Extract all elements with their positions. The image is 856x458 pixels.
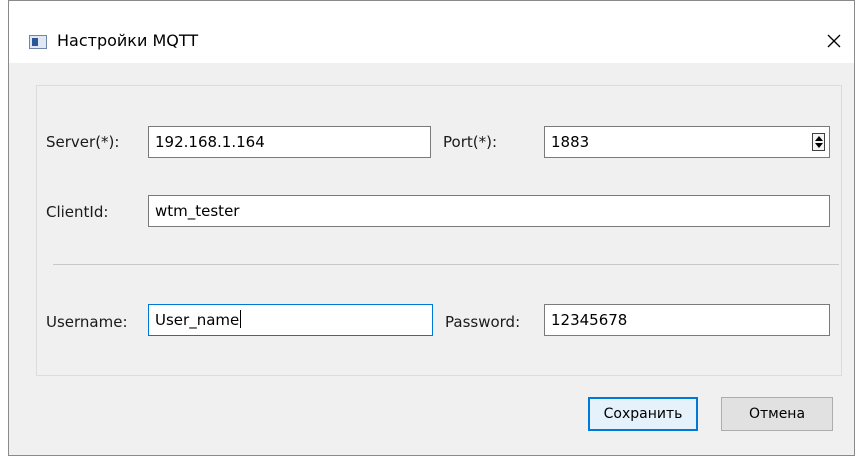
app-window-icon xyxy=(29,35,47,49)
window-title: Настройки MQTT xyxy=(57,31,199,50)
close-icon xyxy=(827,34,841,48)
password-label: Password: xyxy=(445,313,521,331)
username-input[interactable]: User_name xyxy=(148,304,433,336)
divider xyxy=(53,264,839,265)
clientid-input[interactable]: wtm_tester xyxy=(148,195,830,227)
save-button[interactable]: Сохранить xyxy=(588,397,698,431)
server-input[interactable]: 192.168.1.164 xyxy=(148,126,431,158)
port-value: 1883 xyxy=(551,133,590,151)
username-value: User_name xyxy=(155,311,240,329)
password-input[interactable]: 12345678 xyxy=(544,304,830,336)
username-label: Username: xyxy=(46,313,128,331)
port-spin-buttons[interactable] xyxy=(812,133,825,151)
mqtt-settings-dialog: Настройки MQTT Server(*): 192.168.1.164 … xyxy=(8,0,855,456)
cancel-button[interactable]: Отмена xyxy=(721,397,833,431)
port-label: Port(*): xyxy=(443,133,497,151)
server-label: Server(*): xyxy=(46,133,120,151)
title-bar[interactable]: Настройки MQTT xyxy=(9,1,854,63)
text-caret xyxy=(240,310,242,328)
clientid-label: ClientId: xyxy=(46,203,109,221)
close-button[interactable] xyxy=(814,21,854,61)
spin-down-icon[interactable] xyxy=(815,143,823,148)
spin-up-icon[interactable] xyxy=(815,136,823,141)
port-spinbox[interactable]: 1883 xyxy=(544,126,830,158)
